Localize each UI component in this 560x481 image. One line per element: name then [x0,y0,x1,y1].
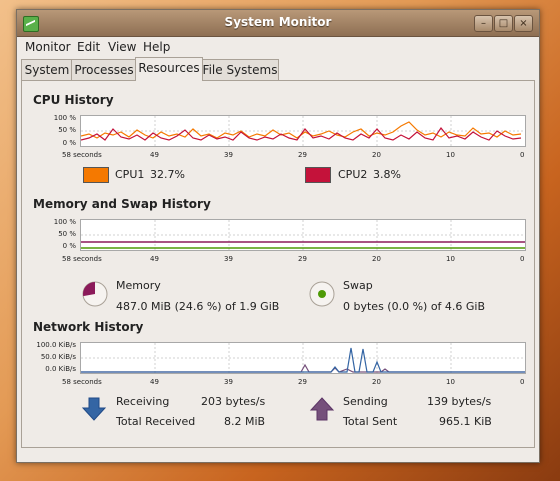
network-x-tick: 0 [520,378,525,386]
memory-pie-icon[interactable] [81,280,109,308]
cpu-x-tick: 0 [520,151,525,159]
cpu-x-tick: 10 [446,151,455,159]
title-bar[interactable]: System Monitor – □ × [17,10,539,37]
tab-processes[interactable]: Processes [71,59,137,80]
network-x-tick: 39 [224,378,233,386]
cpu-y-tick: 0 % [62,139,76,147]
cpu-x-tick: 20 [372,151,381,159]
total-received-value: 8.2 MiB [224,415,266,428]
memory-x-tick: 0 [520,255,525,263]
network-graph-canvas [81,343,525,373]
total-sent-value: 965.1 KiB [439,415,492,428]
swap-pie-icon[interactable] [308,280,336,308]
memory-label: Memory [116,279,161,292]
cpu-graph-canvas [80,116,525,146]
menu-edit[interactable]: Edit [77,40,100,54]
network-x-tick: 29 [298,378,307,386]
total-sent-label: Total Sent [343,415,398,428]
cpu-x-tick: 49 [150,151,159,159]
cpu2-label: CPU2 [338,168,368,181]
maximize-button[interactable]: □ [494,15,513,32]
network-y-tick: 0.0 KiB/s [45,365,76,373]
cpu2-color-button[interactable] [305,167,331,183]
cpu-x-tick: 29 [298,151,307,159]
system-monitor-window: System Monitor – □ × Monitor Edit View H… [16,9,540,463]
memory-swap-history-graph [80,219,526,251]
minimize-button[interactable]: – [474,15,493,32]
cpu1-value: 32.7% [150,168,185,181]
cpu-x-tick: 39 [224,151,233,159]
tab-file-systems[interactable]: File Systems [201,59,279,80]
cpu-y-tick: 100 % [53,114,76,122]
cpu-history-graph [80,115,526,147]
network-x-tick: 10 [446,378,455,386]
network-y-tick: 100.0 KiB/s [36,341,76,349]
network-history-title: Network History [33,320,144,334]
memory-x-tick: 39 [224,255,233,263]
sending-label: Sending [343,395,388,408]
resources-panel: CPU History 100 % 50 % 0 % 58 seconds 49… [21,80,535,448]
memory-x-tick: 58 seconds [62,255,102,263]
memory-graph-canvas [81,220,525,250]
tab-resources[interactable]: Resources [135,57,203,81]
sending-value: 139 bytes/s [427,395,492,408]
close-button[interactable]: × [514,15,533,32]
total-received-label: Total Received [116,415,196,428]
memory-x-tick: 20 [372,255,381,263]
menu-view[interactable]: View [108,40,136,54]
receiving-value: 203 bytes/s [201,395,266,408]
tab-system[interactable]: System [21,59,73,80]
memory-y-tick: 100 % [53,218,76,226]
menu-monitor[interactable]: Monitor [25,40,71,54]
memory-y-tick: 0 % [62,242,76,250]
sending-arrow-icon[interactable] [309,396,335,422]
memory-value: 487.0 MiB (24.6 %) of 1.9 GiB [116,300,280,313]
network-x-tick: 58 seconds [62,378,102,386]
swap-label: Swap [343,279,373,292]
cpu-x-tick: 58 seconds [62,151,102,159]
cpu1-line [80,121,522,139]
cpu-history-title: CPU History [33,93,114,107]
memory-x-tick: 29 [298,255,307,263]
receiving-arrow-icon[interactable] [81,396,107,422]
window-title: System Monitor [224,15,332,29]
cpu1-color-button[interactable] [83,167,109,183]
network-y-tick: 50.0 KiB/s [40,353,76,361]
swap-value: 0 bytes (0.0 %) of 4.6 GiB [343,300,486,313]
network-x-tick: 49 [150,378,159,386]
memory-y-tick: 50 % [58,230,76,238]
cpu1-label: CPU1 [115,168,145,181]
receiving-label: Receiving [116,395,170,408]
cpu-y-tick: 50 % [58,126,76,134]
memory-x-tick: 49 [150,255,159,263]
network-x-tick: 20 [372,378,381,386]
menu-bar: Monitor Edit View Help [17,37,539,57]
menu-help[interactable]: Help [143,40,170,54]
sending-line [81,363,525,373]
network-history-graph [80,342,526,374]
memory-swap-history-title: Memory and Swap History [33,197,211,211]
cpu2-value: 3.8% [373,168,401,181]
memory-x-tick: 10 [446,255,455,263]
